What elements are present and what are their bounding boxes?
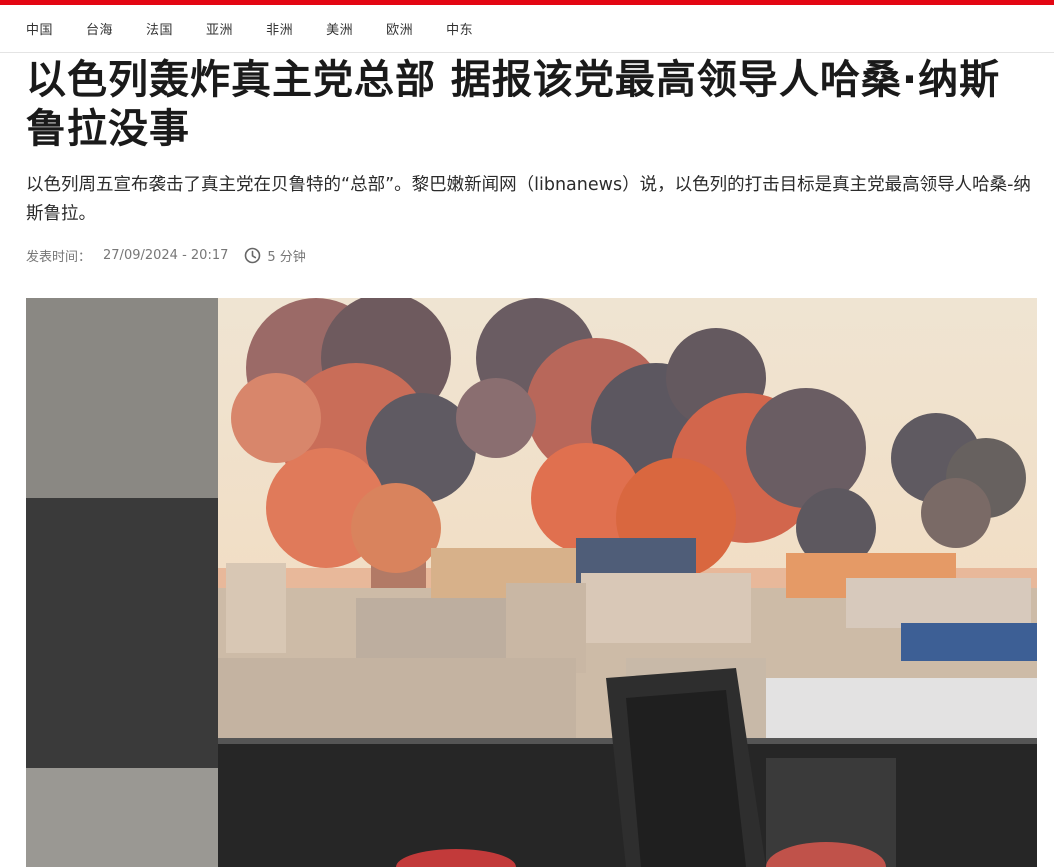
- nav-item-france[interactable]: 法国: [146, 19, 173, 38]
- nav-item-americas[interactable]: 美洲: [326, 19, 353, 38]
- article-meta: 发表时间： 27/09/2024 - 20:17 5 分钟: [26, 246, 306, 265]
- article-summary: 以色列周五宣布袭击了真主党在贝鲁特的“总部”。黎巴嫩新闻网（libnanews）…: [26, 175, 1031, 224]
- nav-item-china[interactable]: 中国: [26, 19, 53, 38]
- clock-icon: [244, 247, 261, 264]
- nav-item-asia[interactable]: 亚洲: [206, 19, 233, 38]
- article-headline: 以色列轰炸真主党总部 据报该党最高领导人哈桑·纳斯鲁拉没事: [26, 57, 1001, 152]
- region-nav: 中国 台海 法国 亚洲 非洲 美洲 欧洲 中东: [0, 5, 1054, 53]
- published-label: 发表时间：: [26, 250, 92, 265]
- nav-item-africa[interactable]: 非洲: [266, 19, 293, 38]
- nav-item-taiwan-strait[interactable]: 台海: [86, 19, 113, 38]
- nav-item-europe[interactable]: 欧洲: [386, 19, 413, 38]
- article-hero-image: [26, 298, 1037, 867]
- read-time: 5 分钟: [267, 250, 306, 265]
- nav-item-middle-east[interactable]: 中东: [446, 19, 473, 38]
- published-time: 27/09/2024 - 20:17: [103, 248, 229, 263]
